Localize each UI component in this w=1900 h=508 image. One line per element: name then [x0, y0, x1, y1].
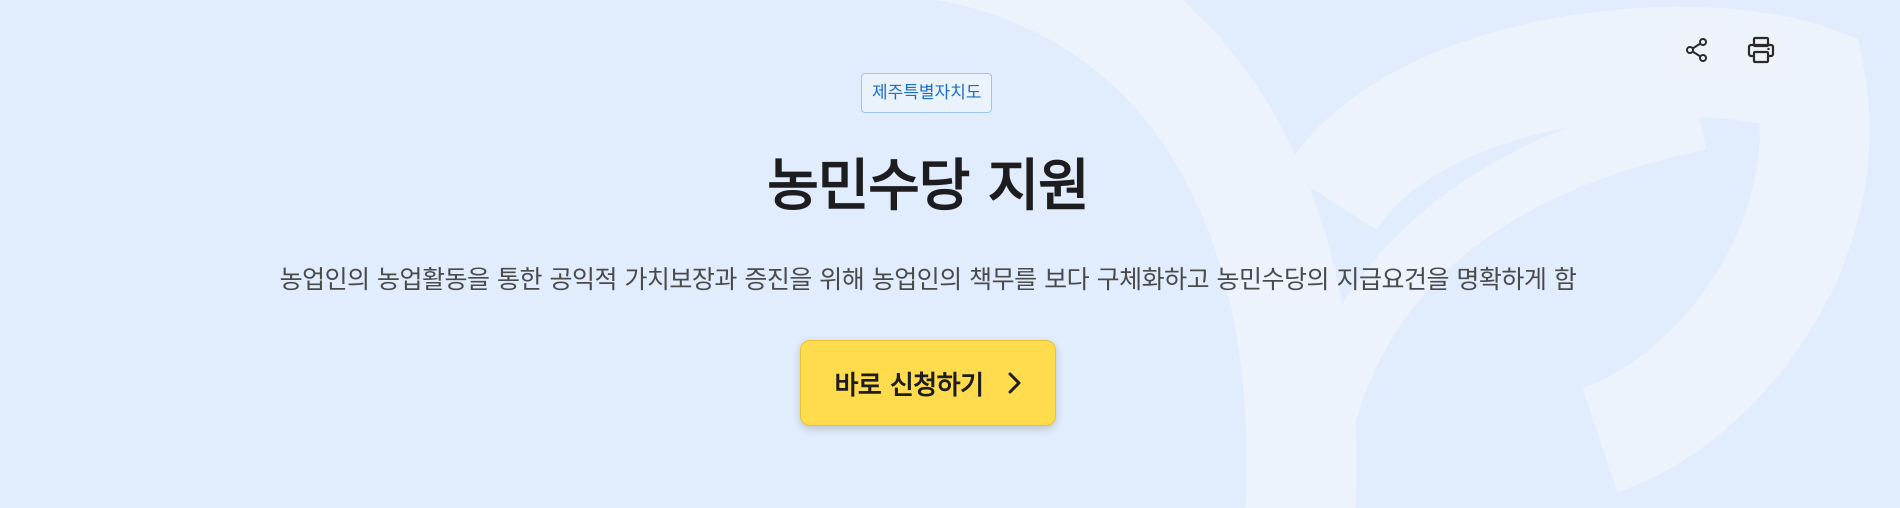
service-description: 농업인의 농업활동을 통한 공익적 가치보장과 증진을 위해 농업인의 책무를 …	[279, 265, 1577, 294]
hero-content: 제주특별자치도 농민수당 지원 농업인의 농업활동을 통한 공익적 가치보장과 …	[0, 0, 1856, 508]
apply-now-button[interactable]: 바로 신청하기	[800, 340, 1056, 426]
region-badge: 제주특별자치도	[861, 73, 993, 113]
page-title: 농민수당 지원	[767, 154, 1090, 219]
apply-now-label: 바로 신청하기	[834, 370, 984, 401]
chevron-right-icon	[1008, 372, 1021, 394]
service-hero: 제주특별자치도 농민수당 지원 농업인의 농업활동을 통한 공익적 가치보장과 …	[0, 0, 1900, 508]
